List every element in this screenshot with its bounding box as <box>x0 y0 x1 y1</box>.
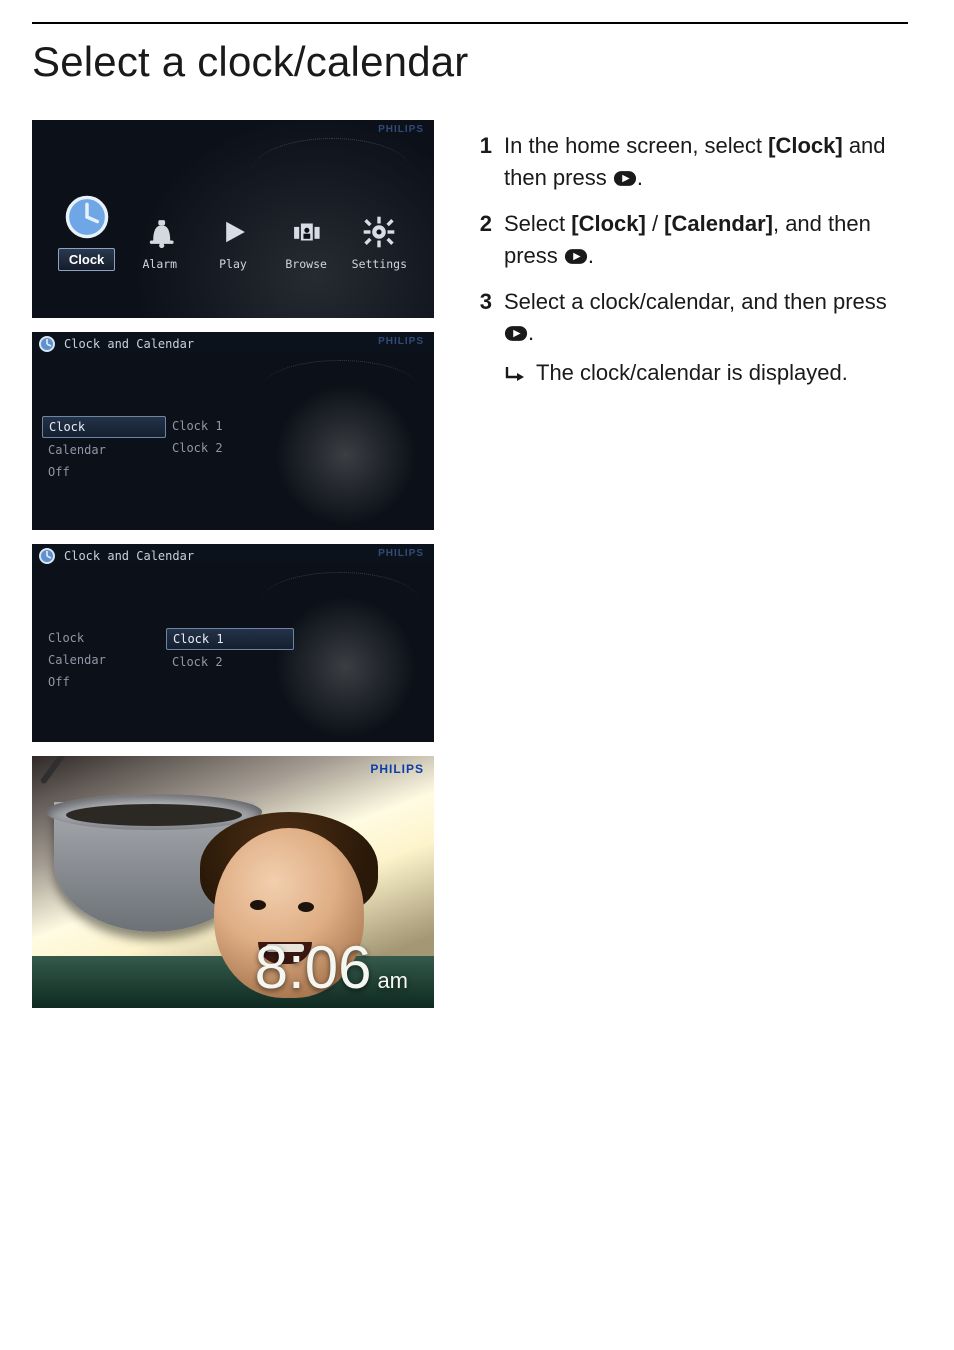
play-button-icon <box>613 170 637 187</box>
screenshot-clock-display: PHILIPS 8:06 am <box>32 756 434 1008</box>
step-text: Select <box>504 211 571 236</box>
ui-reference: [Clock] <box>768 133 843 158</box>
step-text: . <box>637 165 643 190</box>
home-menu-item-alarm[interactable]: Alarm <box>126 215 194 271</box>
play-button-icon <box>504 325 528 342</box>
home-menu-item-settings[interactable]: Settings <box>345 215 413 271</box>
play-button-icon <box>564 248 588 265</box>
home-menu-label: Clock <box>58 248 115 271</box>
screenshot-clock-menu-2: Clock and Calendar PHILIPS ClockCalendarOf… <box>32 544 434 742</box>
instruction-step: 1In the home screen, select [Clock] and … <box>472 130 908 194</box>
menu-item[interactable]: Clock 2 <box>166 438 294 458</box>
step-number: 1 <box>472 130 492 194</box>
clock-icon <box>38 547 56 565</box>
brand-label: PHILIPS <box>378 336 424 347</box>
step-text: / <box>646 211 664 236</box>
home-menu-item-clock[interactable]: Clock <box>53 194 121 271</box>
home-menu-label: Alarm <box>142 257 177 271</box>
screenshot-clock-menu-1: Clock and Calendar PHILIPS ClockCalendarOf… <box>32 332 434 530</box>
menu-header-title: Clock and Calendar <box>64 337 194 351</box>
step-result: The clock/calendar is displayed. <box>504 357 908 389</box>
alarm-icon <box>141 215 179 249</box>
ui-reference: [Clock] <box>571 211 646 236</box>
home-menu-label: Play <box>219 257 247 271</box>
menu-item[interactable]: Clock <box>42 416 166 438</box>
home-menu-item-browse[interactable]: Browse <box>272 215 340 271</box>
browse-icon <box>287 215 325 249</box>
home-menu-label: Settings <box>352 257 407 271</box>
clock-icon <box>62 194 112 240</box>
screenshot-home: PHILIPS Clock Alarm Play Browse Settings <box>32 120 434 318</box>
brand-label: PHILIPS <box>378 124 424 135</box>
brand-label: PHILIPS <box>370 762 424 776</box>
clock-time-value: 8:06 <box>255 938 372 998</box>
clock-time: 8:06 am <box>255 938 408 998</box>
step-text: In the home screen, select <box>504 133 768 158</box>
rule-top <box>32 22 908 24</box>
home-menu-item-play[interactable]: Play <box>199 215 267 271</box>
menu-item[interactable]: Clock 1 <box>166 416 294 436</box>
step-text: . <box>588 243 594 268</box>
menu-item[interactable]: Clock 1 <box>166 628 294 650</box>
clock-icon <box>38 335 56 353</box>
brand-label: PHILIPS <box>378 548 424 559</box>
step-text: . <box>528 320 534 345</box>
step-result-text: The clock/calendar is displayed. <box>536 357 848 389</box>
step-text: Select a clock/calendar, and then press <box>504 289 887 314</box>
play-icon <box>214 215 252 249</box>
menu-item[interactable]: Off <box>42 672 166 692</box>
ui-reference: [Calendar] <box>664 211 773 236</box>
home-menu-label: Browse <box>285 257 327 271</box>
result-arrow-icon <box>504 361 526 383</box>
clock-ampm: am <box>377 970 408 992</box>
step-body: In the home screen, select [Clock] and t… <box>504 130 908 194</box>
menu-item[interactable]: Clock 2 <box>166 652 294 672</box>
instruction-step: 3Select a clock/calendar, and then press… <box>472 286 908 390</box>
page-title: Select a clock/calendar <box>32 38 908 86</box>
instruction-list: 1In the home screen, select [Clock] and … <box>472 130 908 389</box>
settings-icon <box>360 215 398 249</box>
step-number: 2 <box>472 208 492 272</box>
menu-header-title: Clock and Calendar <box>64 549 194 563</box>
step-body: Select [Clock] / [Calendar], and then pr… <box>504 208 908 272</box>
menu-item[interactable]: Calendar <box>42 650 166 670</box>
menu-item[interactable]: Calendar <box>42 440 166 460</box>
step-body: Select a clock/calendar, and then press … <box>504 286 908 390</box>
step-number: 3 <box>472 286 492 390</box>
instruction-step: 2Select [Clock] / [Calendar], and then p… <box>472 208 908 272</box>
menu-item[interactable]: Off <box>42 462 166 482</box>
menu-item[interactable]: Clock <box>42 628 166 648</box>
